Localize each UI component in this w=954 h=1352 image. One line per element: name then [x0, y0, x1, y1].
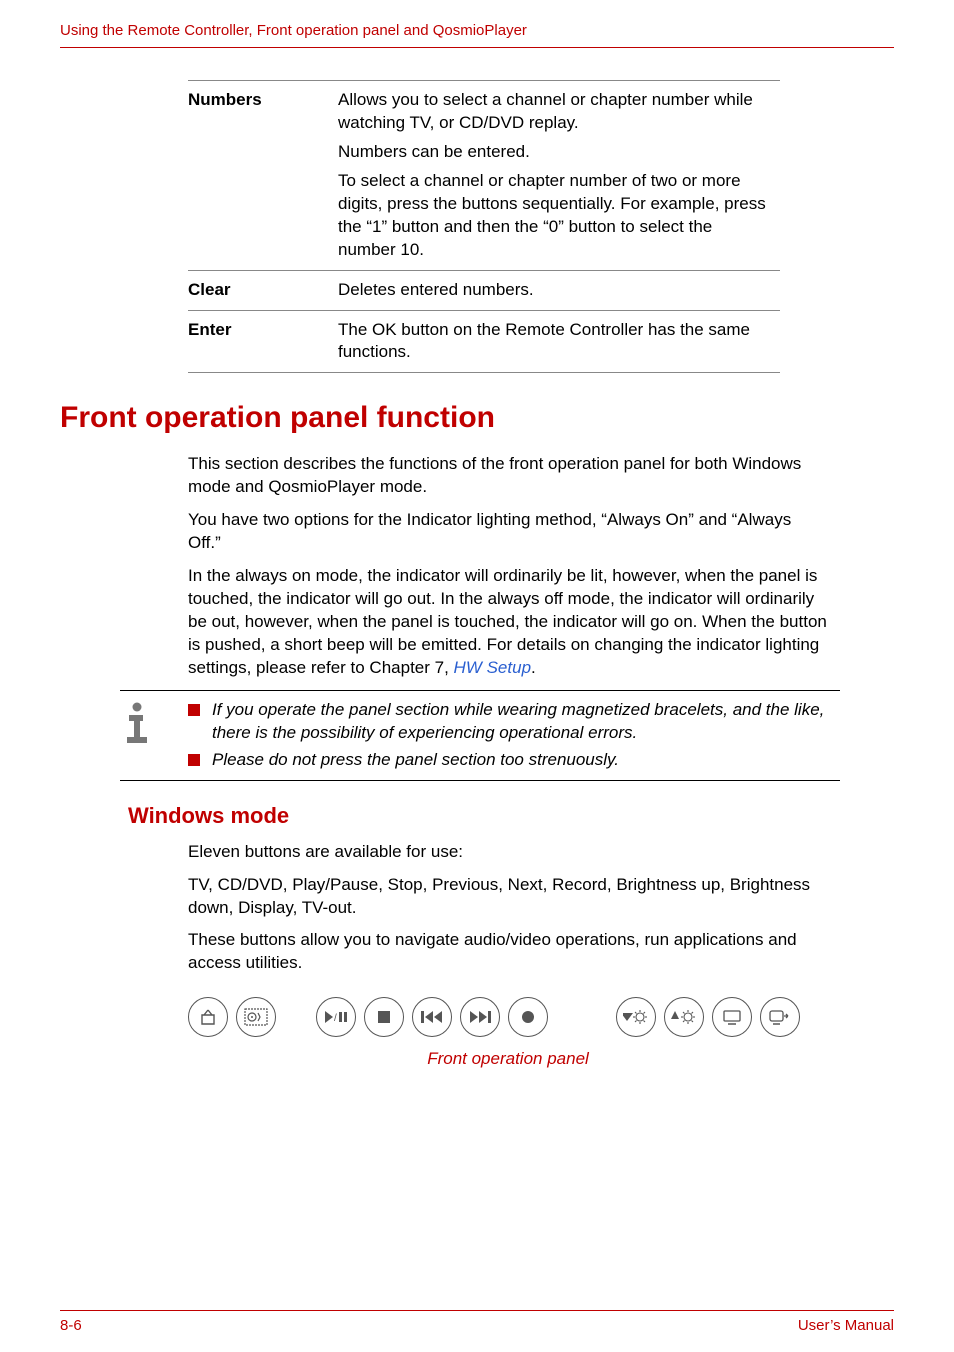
row-label: Numbers	[188, 81, 338, 271]
tv-out-icon	[760, 997, 800, 1037]
play-pause-icon: /	[316, 997, 356, 1037]
manual-label: User’s Manual	[798, 1317, 894, 1334]
bullet-icon	[188, 754, 200, 766]
section-heading: Front operation panel function	[60, 401, 894, 435]
row-desc: The OK button on the Remote Controller h…	[338, 310, 780, 373]
display-icon	[712, 997, 752, 1037]
record-icon	[508, 997, 548, 1037]
next-icon	[460, 997, 500, 1037]
row-desc: Allows you to select a channel or chapte…	[338, 81, 780, 271]
brightness-down-icon	[616, 997, 656, 1037]
table-row: Clear Deletes entered numbers.	[188, 270, 780, 310]
previous-icon	[412, 997, 452, 1037]
cddvd-icon	[236, 997, 276, 1037]
note-box: If you operate the panel section while w…	[120, 690, 840, 781]
front-panel-diagram: /	[188, 997, 894, 1037]
svg-text:/: /	[334, 1013, 337, 1024]
note-item: If you operate the panel section while w…	[188, 699, 840, 745]
subsection-heading: Windows mode	[128, 803, 894, 829]
note-item: Please do not press the panel section to…	[188, 749, 840, 772]
tv-icon	[188, 997, 228, 1037]
section-body: This section describes the functions of …	[188, 453, 828, 679]
info-icon	[120, 699, 188, 772]
table-row: Numbers Allows you to select a channel o…	[188, 81, 780, 271]
stop-icon	[364, 997, 404, 1037]
hw-setup-link[interactable]: HW Setup	[454, 658, 531, 677]
page-header: Using the Remote Controller, Front opera…	[60, 22, 894, 48]
row-label: Clear	[188, 270, 338, 310]
figure-caption: Front operation panel	[188, 1049, 828, 1069]
bullet-icon	[188, 704, 200, 716]
remote-functions-table: Numbers Allows you to select a channel o…	[188, 80, 780, 373]
subsection-body: Eleven buttons are available for use: TV…	[188, 841, 828, 976]
row-desc: Deletes entered numbers.	[338, 270, 780, 310]
row-label: Enter	[188, 310, 338, 373]
page-number: 8-6	[60, 1317, 82, 1334]
page-footer: 8-6 User’s Manual	[60, 1310, 894, 1334]
table-row: Enter The OK button on the Remote Contro…	[188, 310, 780, 373]
brightness-up-icon	[664, 997, 704, 1037]
